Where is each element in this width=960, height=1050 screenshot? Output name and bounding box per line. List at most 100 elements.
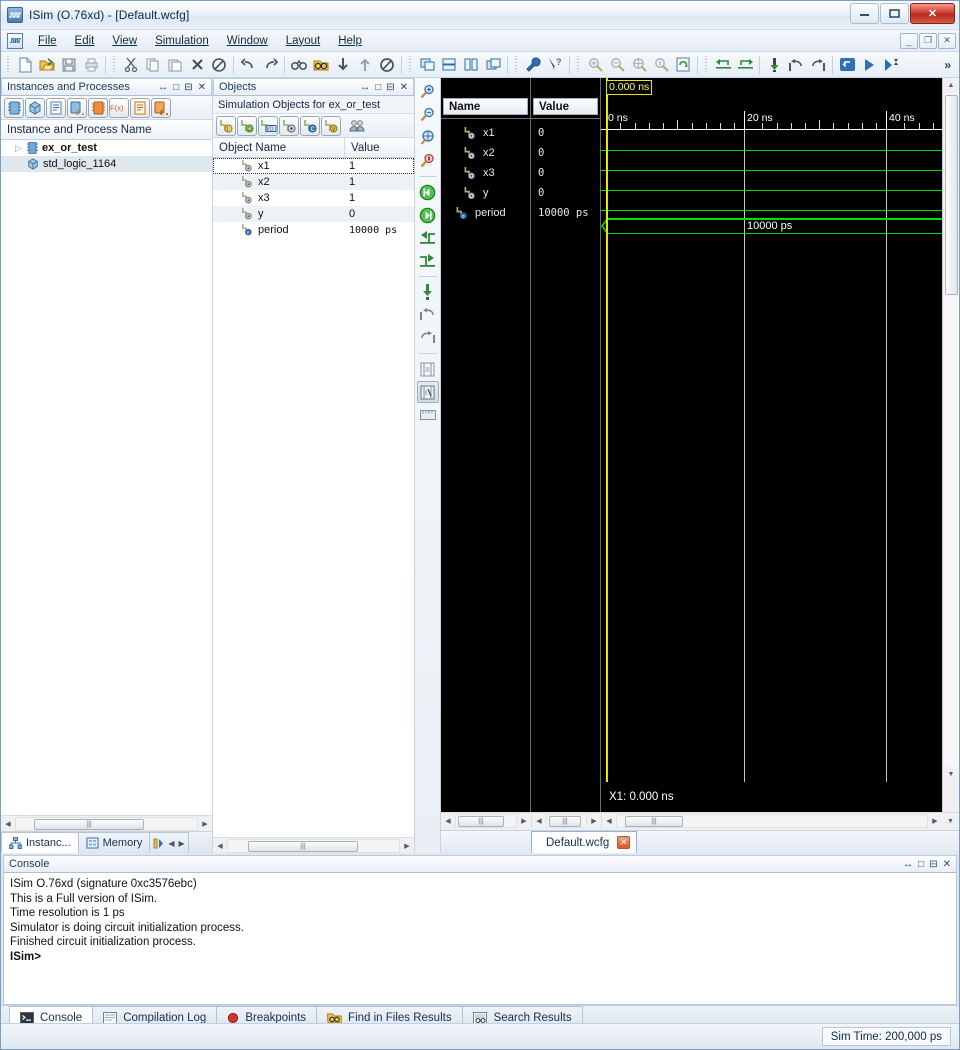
objects-panel-maximize-icon[interactable]: □ — [375, 82, 381, 93]
console-dock-icon[interactable]: ⊟ — [929, 859, 937, 870]
toggle-radix-icon[interactable] — [416, 381, 439, 403]
menu-layout[interactable]: Layout — [277, 33, 330, 49]
show-instances-icon[interactable] — [4, 97, 24, 118]
scroll-left-arrow-icon[interactable]: ◀ — [602, 814, 616, 828]
tab-next-arrow-icon[interactable]: ▶ — [179, 839, 185, 848]
toolbar-grip-6[interactable] — [704, 55, 709, 74]
go-to-start-icon[interactable] — [417, 181, 439, 203]
run-icon[interactable] — [858, 54, 880, 76]
scroll-up-arrow-icon[interactable]: ▲ — [944, 78, 959, 93]
show-processes-icon[interactable] — [46, 97, 66, 118]
scroll-left-arrow-icon[interactable]: ◀ — [213, 839, 227, 853]
tile-horizontal-icon[interactable] — [438, 54, 460, 76]
console-close-icon[interactable]: ✕ — [943, 859, 951, 870]
document-tab-close-icon[interactable]: ✕ — [617, 836, 631, 849]
show-ruler-icon[interactable] — [417, 404, 439, 426]
instances-scroll-track[interactable]: ||| — [15, 816, 198, 831]
scroll-down-arrow-icon[interactable]: ▼ — [944, 767, 959, 782]
document-tab-default-wcfg[interactable]: Default.wcfg ✕ — [531, 831, 638, 853]
cascade-windows-icon[interactable] — [416, 54, 438, 76]
menu-file[interactable]: File — [29, 33, 66, 49]
waveform-vertical-scrollbar[interactable]: ▲ ▼ — [942, 78, 959, 782]
cut-icon[interactable] — [120, 54, 142, 76]
scroll-left-arrow-icon[interactable]: ◀ — [441, 814, 455, 828]
filter-internal-icon[interactable] — [279, 115, 299, 136]
time-ruler[interactable]: 0 ns 20 ns 40 ns — [601, 111, 942, 130]
snap-to-transition-icon[interactable] — [417, 281, 439, 303]
find-next-down-icon[interactable] — [332, 54, 354, 76]
toolbar-grip-4[interactable] — [514, 55, 519, 74]
show-functions-icon[interactable]: F(x) — [109, 97, 129, 118]
waveform-signal-name-row[interactable]: y — [441, 183, 530, 203]
delete-icon[interactable] — [186, 54, 208, 76]
value-scroll-track[interactable]: ||| — [546, 814, 587, 828]
wave-zoom-fit-icon[interactable] — [417, 127, 439, 149]
toolbar-grip-5[interactable] — [576, 55, 581, 74]
redo-icon[interactable] — [259, 54, 281, 76]
scroll-right-arrow-icon[interactable]: ▶ — [928, 814, 942, 828]
waveform-canvas[interactable]: 0.000 ns 0 ns 20 ns 40 ns 10000 ps — [601, 78, 942, 782]
zoom-fit-icon[interactable] — [628, 54, 650, 76]
waveform-signal-name-row[interactable]: c period — [441, 203, 530, 223]
toolbar-grip-2[interactable] — [112, 55, 117, 74]
find-in-files-icon[interactable] — [310, 54, 332, 76]
menu-edit[interactable]: Edit — [66, 33, 104, 49]
mdi-minimize-button[interactable]: _ — [900, 32, 918, 49]
objects-panel-close-icon[interactable]: ✕ — [400, 82, 408, 93]
mdi-close-button[interactable]: ✕ — [938, 32, 956, 49]
waveform-signal-name-row[interactable]: x3 — [441, 163, 530, 183]
waveform-signal-name-row[interactable]: x2 — [441, 143, 530, 163]
filter-variable-icon[interactable]: V — [321, 115, 341, 136]
no-entry-icon[interactable] — [208, 54, 230, 76]
go-to-end-icon[interactable] — [417, 204, 439, 226]
table-row[interactable]: y 0 — [213, 206, 414, 222]
maximize-button[interactable] — [880, 3, 909, 24]
canvas-scroll-thumb[interactable]: ||| — [625, 816, 683, 827]
objects-horizontal-scrollbar[interactable]: ◀ ||| ▶ — [213, 837, 414, 853]
value-scroll-thumb[interactable]: ||| — [549, 816, 581, 827]
options-wrench-icon[interactable] — [522, 54, 544, 76]
waveform-vscroll-thumb[interactable] — [944, 95, 958, 295]
console-output[interactable]: ISim O.76xd (signature 0xc3576ebc) This … — [3, 873, 957, 1005]
object-settings-icon[interactable] — [347, 116, 367, 136]
instances-panel-close-icon[interactable]: ✕ — [198, 82, 206, 93]
float-left-icon[interactable] — [712, 54, 734, 76]
table-row[interactable]: x1 1 — [213, 158, 414, 174]
filter-output-icon[interactable]: O — [237, 115, 257, 136]
print-icon[interactable] — [80, 54, 102, 76]
scroll-right-arrow-icon[interactable]: ▶ — [587, 814, 601, 828]
run-for-time-icon[interactable] — [880, 54, 902, 76]
scroll-left-arrow-icon[interactable]: ◀ — [532, 814, 546, 828]
objects-column-value[interactable]: Value — [345, 138, 414, 157]
tree-item-ex-or-test[interactable]: ▷ ex_or_test — [1, 140, 212, 156]
undo-icon[interactable] — [237, 54, 259, 76]
show-packages-icon[interactable] — [25, 97, 45, 118]
restart-simulation-icon[interactable] — [672, 54, 694, 76]
show-subprograms-icon[interactable] — [151, 97, 171, 118]
waveform-value-hscroll[interactable]: ◀ ||| ▶ — [531, 813, 601, 829]
menu-help[interactable]: Help — [329, 33, 371, 49]
open-file-icon[interactable] — [36, 54, 58, 76]
instances-panel-float-icon[interactable]: ↔ — [158, 82, 168, 93]
waveform-column-name[interactable]: Name — [443, 98, 528, 115]
context-help-icon[interactable]: ? — [544, 54, 566, 76]
filter-inout-icon[interactable]: I/O — [258, 115, 278, 136]
add-divider-icon[interactable] — [417, 358, 439, 380]
instances-panel-maximize-icon[interactable]: □ — [173, 82, 179, 93]
name-scroll-thumb[interactable]: ||| — [458, 816, 504, 827]
instances-scroll-thumb[interactable]: ||| — [34, 818, 144, 830]
zoom-to-cursor-icon[interactable] — [650, 54, 672, 76]
filter-constant-icon[interactable]: C — [300, 115, 320, 136]
console-maximize-icon[interactable]: □ — [918, 859, 924, 870]
run-all-icon[interactable] — [763, 54, 785, 76]
paste-icon[interactable] — [164, 54, 186, 76]
step-back-icon[interactable] — [785, 54, 807, 76]
wave-zoom-in-icon[interactable] — [417, 81, 439, 103]
canvas-scroll-track[interactable]: ||| — [616, 814, 928, 828]
wave-zoom-to-cursor-icon[interactable] — [417, 150, 439, 172]
zoom-in-icon[interactable] — [584, 54, 606, 76]
previous-transition-icon[interactable] — [417, 227, 439, 249]
float-right-icon[interactable] — [734, 54, 756, 76]
objects-column-object-name[interactable]: Object Name — [213, 138, 345, 157]
console-float-icon[interactable]: ↔ — [903, 859, 913, 870]
